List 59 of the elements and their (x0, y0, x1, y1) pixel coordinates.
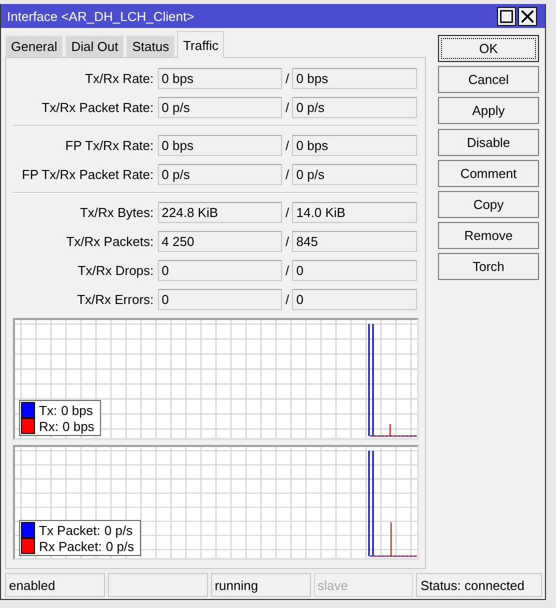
legend-label: Rx Packet: (39, 538, 102, 554)
value-field: 0 (158, 260, 282, 282)
dialog-button[interactable]: Cancel (438, 66, 539, 94)
tab[interactable]: Dial Out (65, 35, 124, 58)
separator-slash: / (284, 71, 290, 86)
dialog-button[interactable]: Disable (438, 129, 539, 156)
dialog-button[interactable]: Copy (438, 191, 539, 218)
separator-slash: / (284, 263, 290, 278)
legend-value: 0 p/s (104, 522, 133, 538)
value-field: 224.8 KiB (158, 202, 282, 224)
legend-value: 0 p/s (106, 538, 134, 554)
field-label: Tx/Rx Drops: (76, 263, 155, 278)
value-field: 0 p/s (158, 164, 282, 186)
separator-slash: / (284, 100, 290, 116)
legend-label: Tx: (39, 402, 58, 418)
value-field: 845 (292, 231, 417, 252)
field-label: FP Tx/Rx Rate: (64, 138, 155, 154)
value-field: 0 bps (158, 135, 282, 156)
legend-value: 0 bps (62, 418, 94, 434)
status-cell: Status: connected (416, 573, 542, 598)
field-label: Tx/Rx Packet Rate: (40, 100, 155, 116)
dialog-button[interactable]: OK (438, 35, 539, 62)
legend-label: Rx: (39, 418, 58, 434)
value-field: 0 bps (292, 135, 417, 156)
separator-slash: / (284, 234, 290, 250)
separator-slash: / (284, 138, 290, 154)
value-field: 0 p/s (158, 97, 282, 118)
field-label: FP Tx/Rx Packet Rate: (20, 167, 155, 182)
tab[interactable]: General (5, 35, 64, 58)
field-label: Tx/Rx Packets: (65, 234, 155, 250)
legend-value: 0 bps (61, 402, 93, 418)
value-field: 0 bps (292, 68, 417, 90)
tab[interactable]: Traffic (177, 31, 224, 58)
field-label: Tx/Rx Bytes: (78, 205, 155, 220)
dialog-button[interactable]: Apply (438, 97, 539, 124)
legend-label: Tx Packet: (39, 522, 100, 538)
value-field: 0 p/s (292, 164, 417, 186)
value-field: 0 (292, 260, 417, 282)
separator-slash: / (284, 205, 290, 220)
field-label: Tx/Rx Errors: (76, 292, 155, 308)
field-label: Tx/Rx Rate: (84, 71, 155, 86)
value-field: 4 250 (158, 231, 282, 252)
value-field: 14.0 KiB (292, 202, 417, 224)
status-cell: slave (314, 573, 414, 598)
value-field: 0 bps (158, 68, 282, 90)
tab[interactable]: Status (126, 35, 176, 58)
separator-slash: / (284, 167, 290, 182)
status-cell: running (210, 573, 311, 598)
value-field: 0 (158, 289, 282, 310)
maximize-icon[interactable] (497, 6, 516, 26)
dialog-button[interactable]: Comment (438, 160, 539, 188)
window-title: Interface <AR_DH_LCH_Client> (7, 8, 196, 24)
value-field: 0 (292, 289, 417, 310)
dialog-button[interactable]: Torch (438, 253, 539, 280)
separator-slash: / (284, 292, 290, 308)
close-icon[interactable] (518, 6, 537, 26)
status-cell: enabled (5, 573, 105, 598)
value-field: 0 p/s (292, 97, 417, 118)
dialog-button[interactable]: Remove (438, 222, 539, 250)
